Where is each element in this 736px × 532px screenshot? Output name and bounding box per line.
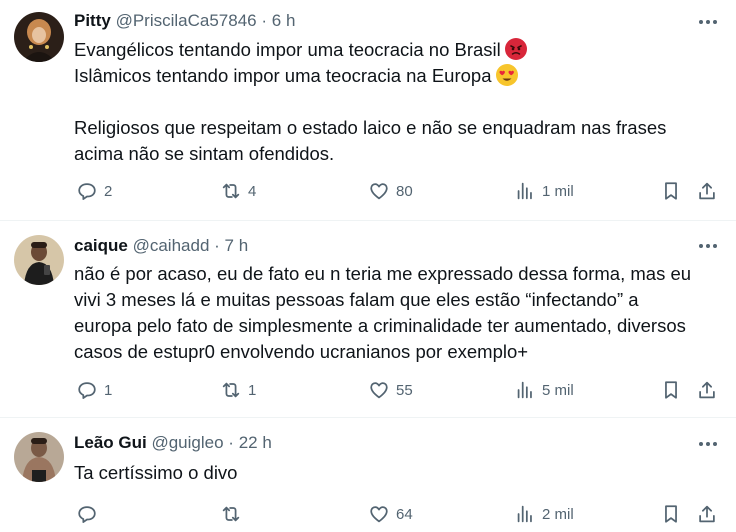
like-icon bbox=[370, 382, 388, 399]
post-actions: 1 1 55 5 mil bbox=[74, 378, 726, 402]
more-icon[interactable] bbox=[696, 434, 720, 454]
repost-button[interactable] bbox=[220, 502, 248, 526]
avatar-photo bbox=[14, 432, 64, 482]
avatar[interactable] bbox=[14, 432, 64, 482]
repost-icon bbox=[222, 382, 240, 398]
views-icon bbox=[517, 182, 532, 200]
share-button[interactable] bbox=[696, 378, 718, 402]
reply-icon bbox=[78, 506, 96, 523]
views-button[interactable]: 5 mil bbox=[514, 378, 574, 402]
reply-button[interactable]: 1 bbox=[76, 378, 112, 402]
author-handle[interactable]: @PriscilaCa57846 bbox=[116, 11, 257, 30]
share-button[interactable] bbox=[696, 502, 718, 526]
author-name[interactable]: Leão Gui bbox=[74, 433, 147, 452]
views-count: 1 mil bbox=[542, 182, 574, 200]
author-handle[interactable]: @guigleo bbox=[151, 433, 223, 452]
author-name[interactable]: Pitty bbox=[74, 11, 111, 30]
angry-face-emoji bbox=[504, 38, 527, 60]
separator: · bbox=[228, 433, 234, 452]
share-icon bbox=[699, 381, 715, 399]
views-button[interactable]: 2 mil bbox=[514, 502, 574, 526]
share-icon bbox=[699, 182, 715, 200]
like-count: 80 bbox=[396, 182, 413, 200]
share-icon bbox=[699, 505, 715, 523]
post-header: Pitty @PriscilaCa57846 · 6 h bbox=[74, 10, 295, 32]
views-button[interactable]: 1 mil bbox=[514, 179, 574, 203]
like-button[interactable]: 64 bbox=[368, 502, 413, 526]
post-actions: 2 4 80 1 mil bbox=[74, 179, 726, 203]
views-icon bbox=[517, 381, 532, 399]
post-line: casos de estupr0 envolvendo ucranianos p… bbox=[74, 341, 529, 362]
bookmark-button[interactable] bbox=[660, 502, 682, 526]
post-header: caique @caihadd · 7 h bbox=[74, 235, 248, 257]
views-icon bbox=[517, 505, 532, 523]
heart-eyes-emoji bbox=[495, 64, 518, 86]
post-line: vivi 3 meses lá e muitas pessoas falam q… bbox=[74, 289, 639, 310]
post-text: não é por acaso, eu de fato eu n teria m… bbox=[74, 261, 691, 365]
avatar[interactable] bbox=[14, 235, 64, 285]
reply-button[interactable]: 2 bbox=[76, 179, 112, 203]
repost-icon bbox=[222, 183, 240, 199]
share-button[interactable] bbox=[696, 179, 718, 203]
repost-button[interactable]: 1 bbox=[220, 378, 256, 402]
like-button[interactable]: 55 bbox=[368, 378, 413, 402]
post-header: Leão Gui @guigleo · 22 h bbox=[74, 432, 272, 454]
like-icon bbox=[370, 506, 388, 523]
post-caique[interactable]: caique @caihadd · 7 h não é por acaso, e… bbox=[0, 221, 736, 417]
separator: · bbox=[261, 11, 268, 30]
post-line: europa pelo fato de simplesmente a crimi… bbox=[74, 315, 686, 336]
repost-icon bbox=[222, 506, 240, 522]
post-time[interactable]: 6 h bbox=[272, 11, 296, 30]
post-line: não é por acaso, eu de fato eu n teria m… bbox=[74, 263, 692, 284]
reply-count: 1 bbox=[104, 381, 113, 399]
views-count: 2 mil bbox=[542, 505, 574, 523]
avatar-photo bbox=[14, 12, 64, 62]
bookmark-button[interactable] bbox=[660, 179, 682, 203]
post-line bbox=[74, 89, 666, 115]
repost-button[interactable]: 4 bbox=[220, 179, 256, 203]
reply-icon bbox=[78, 382, 96, 399]
avatar[interactable] bbox=[14, 12, 64, 62]
repost-count: 4 bbox=[248, 182, 257, 200]
repost-count: 1 bbox=[248, 381, 257, 399]
reply-count: 2 bbox=[104, 182, 113, 200]
more-icon[interactable] bbox=[696, 12, 720, 32]
author-handle[interactable]: @caihadd bbox=[133, 236, 210, 255]
post-leao-gui[interactable]: Leão Gui @guigleo · 22 h Ta certíssimo o… bbox=[0, 418, 736, 532]
post-line: Ta certíssimo o divo bbox=[74, 462, 238, 483]
post-text: Evangélicos tentando impor uma teocracia… bbox=[74, 37, 666, 167]
post-line: Evangélicos tentando impor uma teocracia… bbox=[74, 37, 666, 63]
reply-button[interactable] bbox=[76, 502, 104, 526]
like-button[interactable]: 80 bbox=[368, 179, 413, 203]
avatar-photo bbox=[14, 235, 64, 285]
more-icon[interactable] bbox=[696, 236, 720, 256]
bookmark-button[interactable] bbox=[660, 378, 682, 402]
post-line: Religiosos que respeitam o estado laico … bbox=[74, 117, 667, 138]
like-icon bbox=[370, 183, 388, 200]
post-pitty[interactable]: Pitty @PriscilaCa57846 · 6 h Evangélicos… bbox=[0, 0, 736, 220]
post-time[interactable]: 22 h bbox=[239, 433, 272, 452]
separator: · bbox=[214, 236, 220, 255]
post-line: Islâmicos tentando impor uma teocracia n… bbox=[74, 63, 666, 89]
post-time[interactable]: 7 h bbox=[225, 236, 249, 255]
post-text: Ta certíssimo o divo bbox=[74, 460, 237, 486]
like-count: 55 bbox=[396, 381, 413, 399]
bookmark-icon bbox=[665, 381, 677, 399]
post-actions: 64 2 mil bbox=[74, 502, 726, 526]
views-count: 5 mil bbox=[542, 381, 574, 399]
bookmark-icon bbox=[665, 182, 677, 200]
author-name[interactable]: caique bbox=[74, 236, 128, 255]
like-count: 64 bbox=[396, 505, 413, 523]
reply-icon bbox=[78, 183, 96, 200]
bookmark-icon bbox=[665, 505, 677, 523]
post-line: acima não se sintam ofendidos. bbox=[74, 143, 335, 164]
